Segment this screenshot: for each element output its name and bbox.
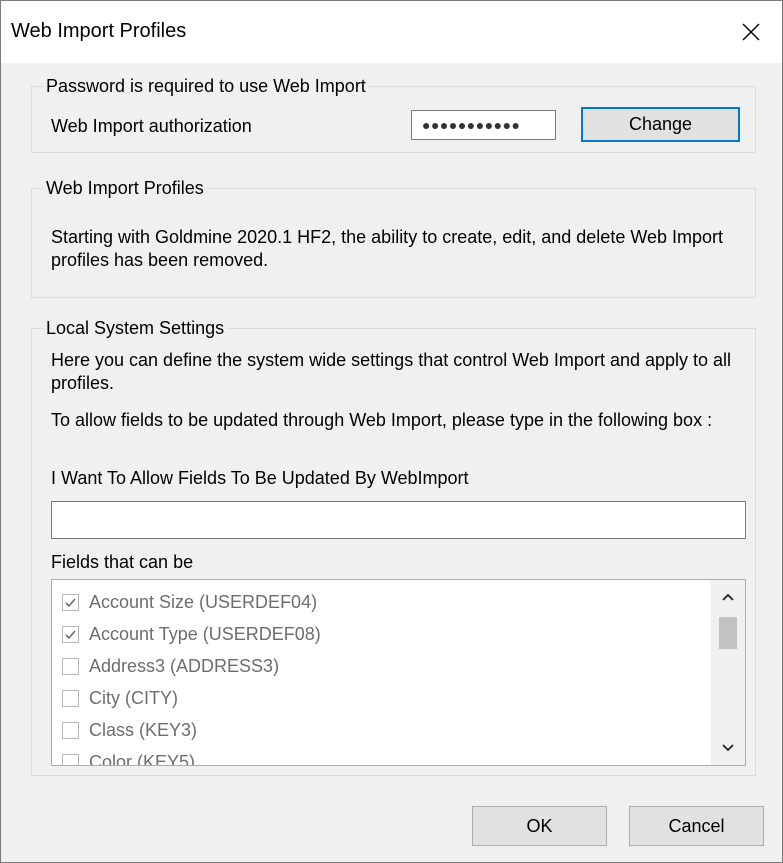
list-item-label: Account Type (USERDEF08) [89,623,321,644]
settings-instruction: To allow fields to be updated through We… [51,410,713,430]
list-item[interactable]: City (CITY) [62,682,178,714]
checkbox[interactable] [62,753,79,765]
ok-button[interactable]: OK [472,806,607,846]
auth-label: Web Import authorization [51,116,252,136]
list-item[interactable]: Account Type (USERDEF08) [62,618,321,650]
change-button[interactable]: Change [581,107,740,142]
scroll-down-button[interactable] [711,731,745,765]
dialog-window: Web Import Profiles Password is required… [0,0,783,863]
scroll-thumb[interactable] [719,617,737,649]
confirm-phrase: I Want To Allow Fields To Be Updated By … [51,468,469,488]
confirm-phrase-input[interactable] [51,501,746,539]
cancel-button[interactable]: Cancel [629,806,764,846]
list-item[interactable]: Account Size (USERDEF04) [62,586,317,618]
list-scrollbar[interactable] [711,580,745,765]
checkbox[interactable] [62,689,79,707]
title-bar: Web Import Profiles [1,1,782,63]
checkbox[interactable] [62,721,79,739]
window-title: Web Import Profiles [11,20,187,42]
checkmark-icon [65,629,76,639]
profiles-group-legend: Web Import Profiles [44,177,206,199]
checkbox[interactable] [62,657,79,675]
list-item[interactable]: Address3 (ADDRESS3) [62,650,279,682]
close-button[interactable] [720,1,782,63]
local-settings-legend: Local System Settings [44,317,227,339]
profiles-message: Starting with Goldmine 2020.1 HF2, the a… [51,227,724,270]
list-item-label: Account Size (USERDEF04) [89,591,318,612]
list-item-label: Class (KEY3) [89,719,198,740]
chevron-up-icon [722,593,734,601]
checkmark-icon [65,597,76,607]
list-item[interactable]: Class (KEY3) [62,714,197,746]
fields-list[interactable]: Account Size (USERDEF04) Account Type (U… [51,579,746,766]
close-icon [742,23,760,41]
list-item-label: Color (KEY5) [89,751,196,766]
chevron-down-icon [722,744,734,752]
checkbox[interactable] [62,625,79,643]
list-item-label: City (CITY) [89,687,178,708]
password-group-legend: Password is required to use Web Import [44,75,368,97]
password-field[interactable]: ●●●●●●●●●●● [411,110,556,140]
list-item-label: Address3 (ADDRESS3) [89,655,280,676]
list-item[interactable]: Color (KEY5) [62,746,196,766]
settings-description: Here you can define the system wide sett… [51,350,732,393]
checkbox[interactable] [62,593,79,611]
fields-label: Fields that can be [51,552,194,572]
scroll-up-button[interactable] [711,580,745,614]
